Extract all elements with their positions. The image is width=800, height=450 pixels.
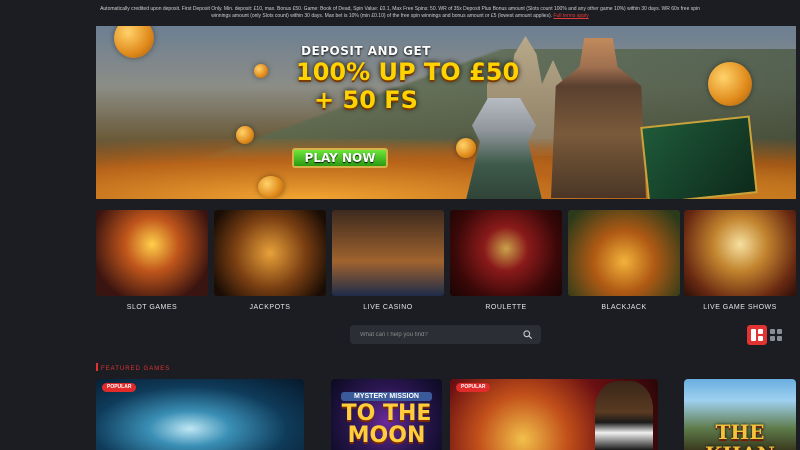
coin-icon (708, 62, 752, 106)
grid-small-icon (770, 329, 782, 341)
category-label: JACKPOTS (249, 304, 291, 311)
game-title: THE KHAN (705, 420, 775, 450)
featured-games-heading: FEATURED GAMES (96, 363, 170, 372)
full-terms-link[interactable]: Full terms apply (553, 13, 588, 19)
category-roulette[interactable]: ROULETTE (450, 210, 562, 311)
game-search[interactable] (350, 325, 541, 344)
category-jackpots[interactable]: JACKPOTS (214, 210, 326, 311)
category-slot-games[interactable]: SLOT GAMES (96, 210, 208, 311)
game-tile[interactable]: POPULAR (450, 379, 658, 450)
grid-small-view-button[interactable] (766, 325, 786, 345)
game-title-small: MYSTERY MISSION (341, 392, 432, 401)
game-host-figure (595, 381, 653, 450)
banner-line-3: + 50 FS (314, 86, 418, 114)
category-thumbnail[interactable] (450, 210, 562, 296)
game-tile[interactable]: MYSTERY MISSION TO THE MOON (331, 379, 442, 450)
banner-line-1: DEPOSIT AND GET (301, 44, 431, 58)
game-tile[interactable]: THE KHAN (684, 379, 796, 450)
category-blackjack[interactable]: BLACKJACK (568, 210, 680, 311)
category-live-game-shows[interactable]: LIVE GAME SHOWS (684, 210, 796, 311)
category-thumbnail[interactable] (332, 210, 444, 296)
search-icon[interactable] (523, 330, 532, 339)
play-now-button[interactable]: PLAY NOW (292, 148, 388, 168)
promo-banner[interactable]: DEPOSIT AND GET 100% UP TO £50 + 50 FS P… (96, 26, 796, 199)
grid-large-view-button[interactable] (747, 325, 767, 345)
banner-anubis-card (640, 115, 758, 199)
grid-large-icon (751, 329, 763, 341)
bonus-terms-text: Automatically credited upon deposit. Fir… (100, 6, 700, 19)
banner-line-2: 100% UP TO £50 (296, 58, 520, 86)
banner-headline: DEPOSIT AND GET 100% UP TO £50 + 50 FS (296, 44, 520, 114)
category-label: LIVE GAME SHOWS (703, 304, 777, 311)
coin-icon (236, 126, 254, 144)
category-thumbnail[interactable] (684, 210, 796, 296)
game-title: TO THE MOON (341, 401, 432, 448)
search-input[interactable] (360, 325, 520, 344)
bonus-terms: Automatically credited upon deposit. Fir… (100, 6, 700, 20)
category-thumbnail[interactable] (214, 210, 326, 296)
category-row: SLOT GAMES JACKPOTS LIVE CASINO ROULETTE… (96, 210, 796, 312)
category-label: BLACKJACK (601, 304, 647, 311)
category-thumbnail[interactable] (96, 210, 208, 296)
category-label: LIVE CASINO (363, 304, 413, 311)
category-live-casino[interactable]: LIVE CASINO (332, 210, 444, 311)
coin-icon (254, 64, 268, 78)
category-label: ROULETTE (485, 304, 527, 311)
category-thumbnail[interactable] (568, 210, 680, 296)
coin-icon (258, 176, 284, 198)
game-tile[interactable]: POPULAR (96, 379, 304, 450)
category-label: SLOT GAMES (126, 304, 178, 311)
popular-badge: POPULAR (456, 383, 491, 392)
coin-icon (456, 138, 476, 158)
popular-badge: POPULAR (102, 383, 137, 392)
